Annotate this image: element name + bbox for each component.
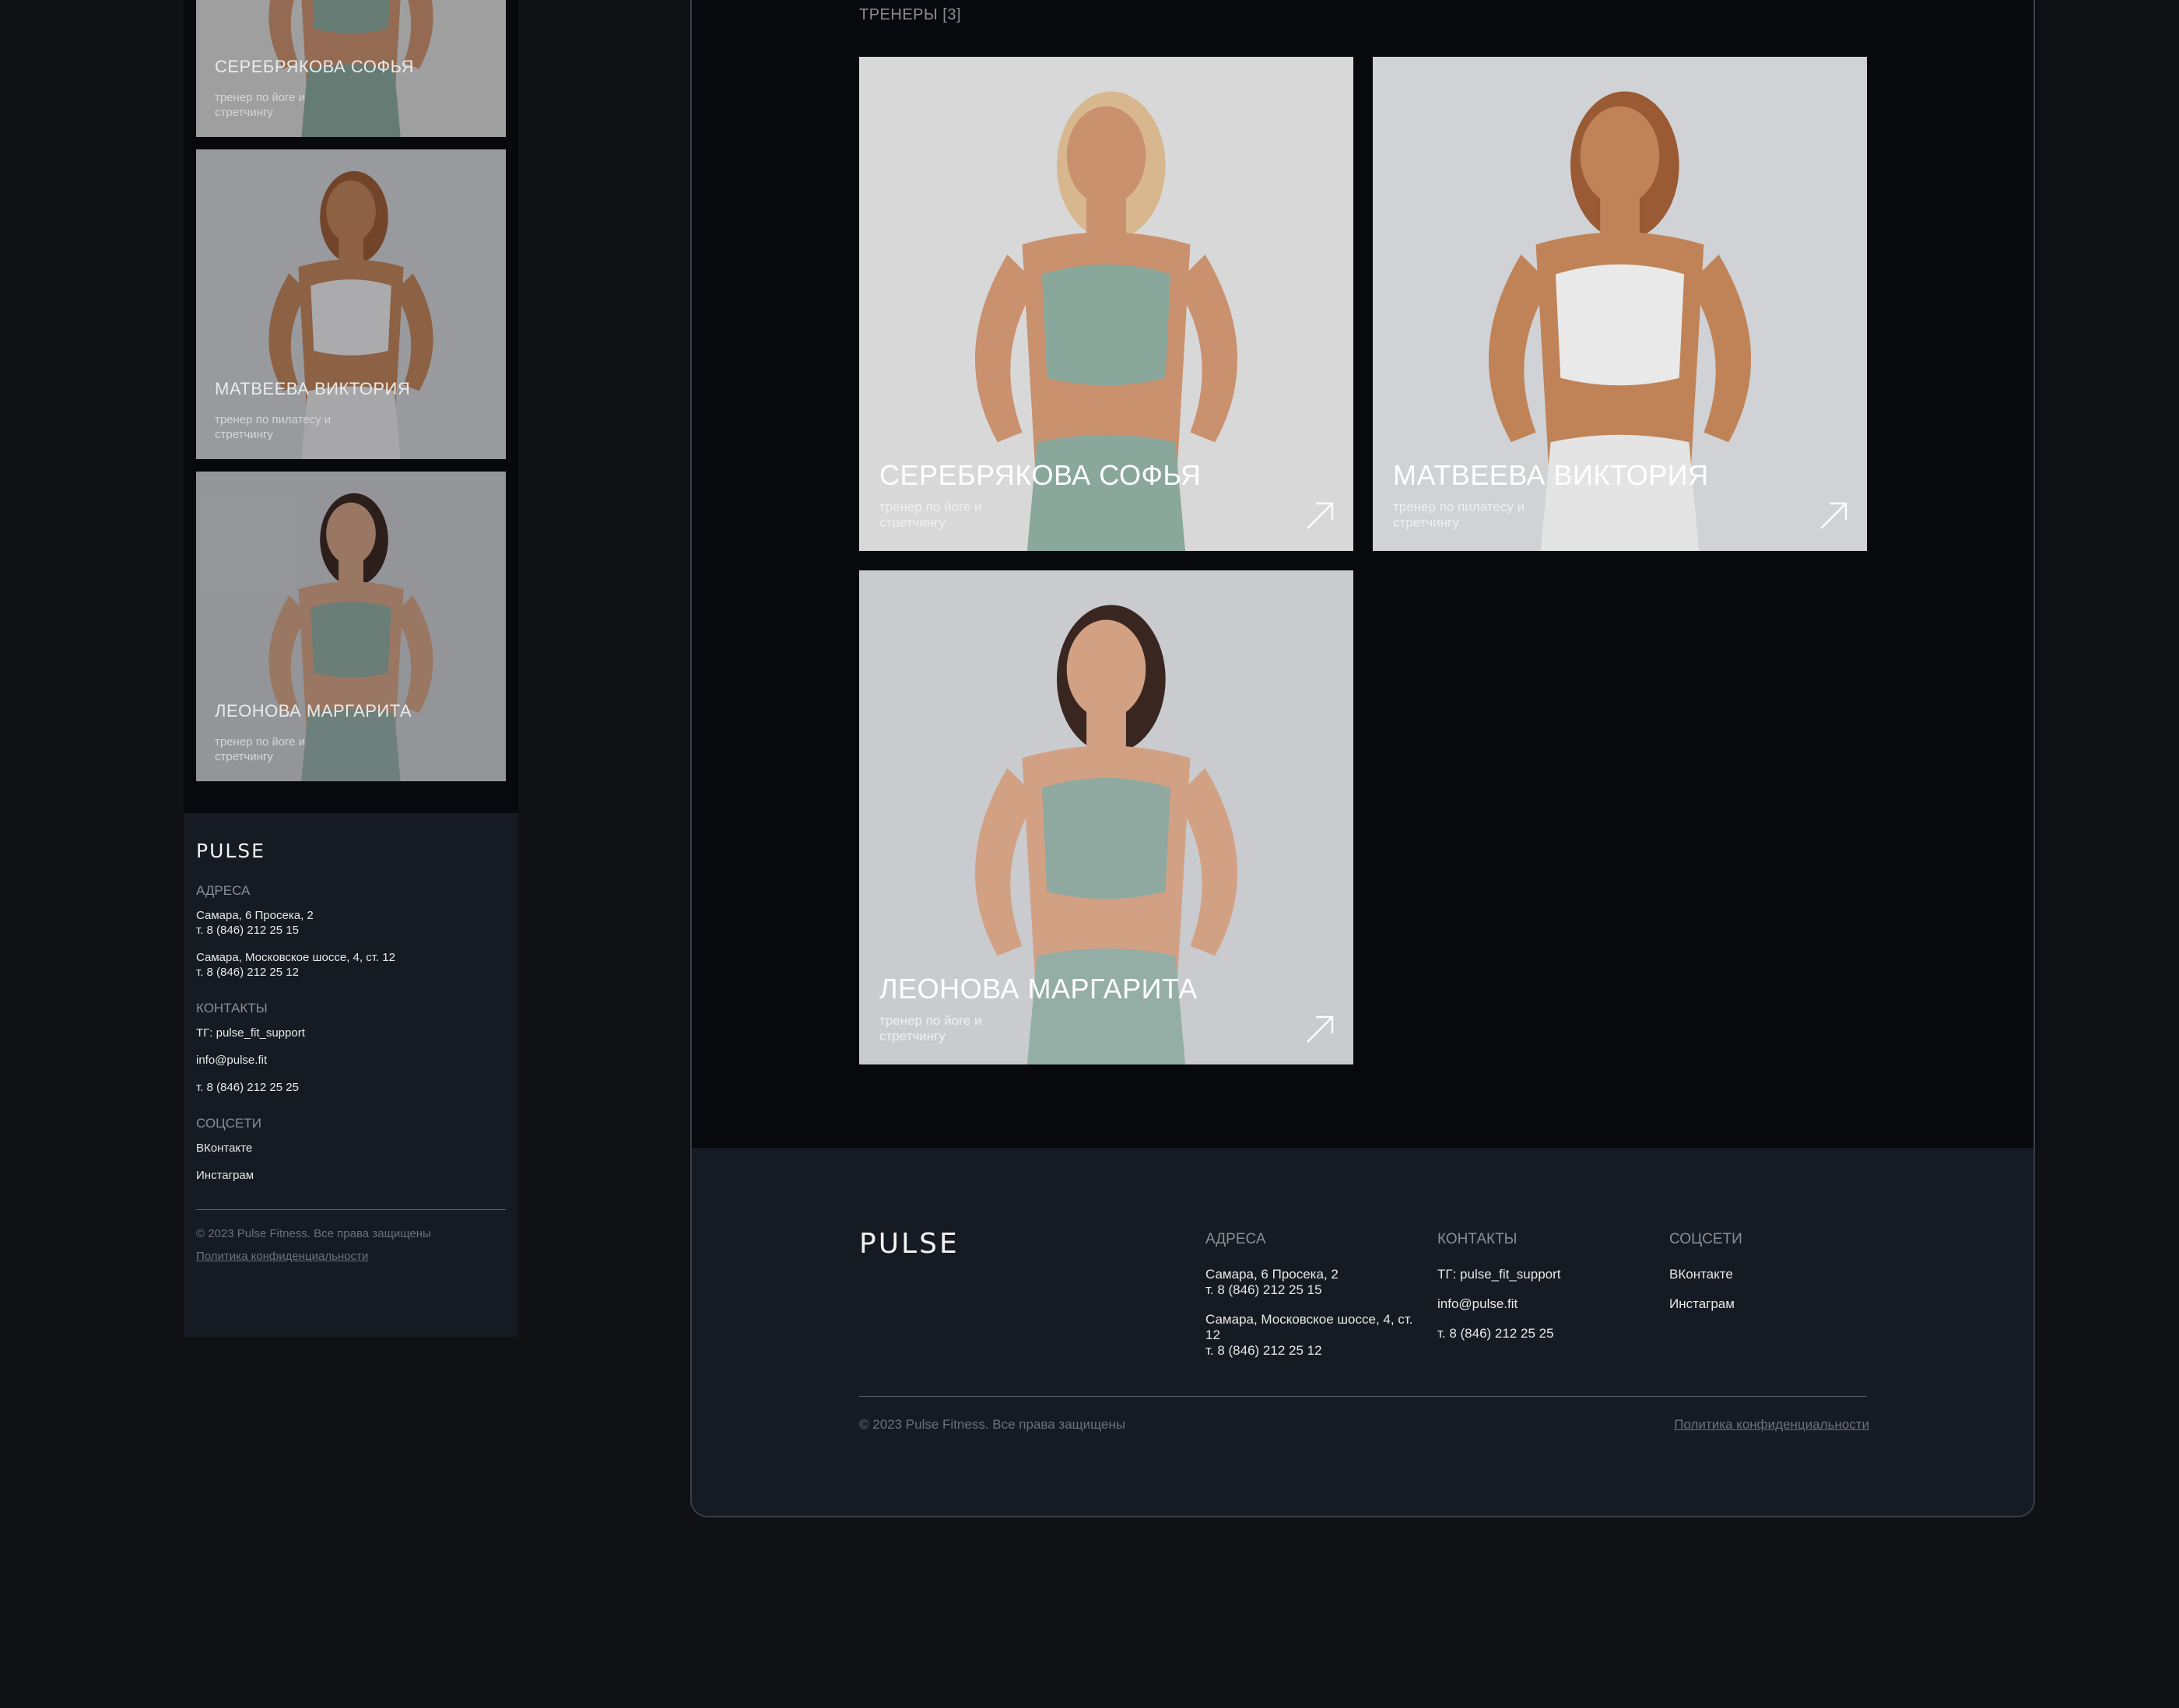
contact-email[interactable]: info@pulse.fit: [1437, 1296, 1647, 1312]
footer-addresses: АДРЕСА Самара, 6 Просека, 2 т. 8 (846) 2…: [1205, 1231, 1416, 1359]
trainer-card[interactable]: ЛЕОНОВА МАРГАРИТА тренер по йоге и стрет…: [859, 570, 1353, 1064]
trainer-role: тренер по йоге и стретчингу: [215, 735, 306, 763]
arrow-up-right-icon[interactable]: [1305, 501, 1335, 531]
footer-social: СОЦСЕТИ ВКонтакте Инстаграм: [1669, 1231, 1867, 1312]
pulse-logo[interactable]: PULSE: [196, 840, 506, 862]
contact-email[interactable]: info@pulse.fit: [196, 1053, 506, 1068]
trainer-name: СЕРЕБРЯКОВА СОФЬЯ: [215, 57, 414, 76]
footer: PULSE АДРЕСА Самара, 6 Просека, 2 т. 8 (…: [692, 1148, 2033, 1516]
contact-phone[interactable]: т. 8 (846) 212 25 25: [1437, 1326, 1647, 1341]
footer-divider: [196, 1209, 506, 1210]
trainer-card[interactable]: МАТВЕЕВА ВИКТОРИЯ тренер по пилатесу и с…: [1373, 57, 1867, 551]
address-phone[interactable]: т. 8 (846) 212 25 15: [196, 923, 506, 938]
addresses-title: АДРЕСА: [1205, 1231, 1266, 1247]
trainer-card-mobile[interactable]: ЛЕОНОВА МАРГАРИТА тренер по йоге и стрет…: [196, 472, 506, 781]
trainer-role: тренер по пилатесу и стретчингу: [1393, 500, 1525, 530]
copyright: © 2023 Pulse Fitness. Все права защищены: [859, 1417, 1126, 1432]
trainer-card-mobile[interactable]: СЕРЕБРЯКОВА СОФЬЯ тренер по йоге и стрет…: [196, 0, 506, 137]
trainer-name: СЕРЕБРЯКОВА СОФЬЯ: [879, 459, 1202, 491]
contacts-title: КОНТАКТЫ: [1437, 1231, 1518, 1247]
trainer-role: тренер по йоге и стретчингу: [879, 1013, 982, 1043]
trainer-name: МАТВЕЕВА ВИКТОРИЯ: [1393, 459, 1709, 491]
trainer-name: ЛЕОНОВА МАРГАРИТА: [879, 973, 1198, 1005]
social-link-vk[interactable]: ВКонтакте: [1669, 1267, 1867, 1282]
social-title: СОЦСЕТИ: [1669, 1231, 1742, 1247]
trainer-role: тренер по пилатесу и стретчингу: [215, 413, 332, 441]
trainer-name: МАТВЕЕВА ВИКТОРИЯ: [215, 379, 411, 398]
trainer-name: ЛЕОНОВА МАРГАРИТА: [215, 701, 412, 721]
contact-telegram[interactable]: ТГ: pulse_fit_support: [196, 1026, 506, 1040]
contacts-title: КОНТАКТЫ: [196, 1001, 268, 1015]
footer-mobile: PULSE АДРЕСА Самара, 6 Просека, 2 т. 8 (…: [184, 813, 518, 1337]
social-title: СОЦСЕТИ: [196, 1116, 261, 1131]
trainer-role: тренер по йоге и стретчингу: [215, 91, 306, 119]
address-line: Самара, 6 Просека, 2: [1205, 1267, 1339, 1282]
trainer-role: тренер по йоге и стретчингу: [879, 500, 982, 530]
trainer-card-mobile[interactable]: МАТВЕЕВА ВИКТОРИЯ тренер по пилатесу и с…: [196, 149, 506, 459]
footer-contacts: КОНТАКТЫ ТГ: pulse_fit_support info@puls…: [1437, 1231, 1647, 1341]
footer-divider: [859, 1396, 1867, 1397]
social-link-vk[interactable]: ВКонтакте: [196, 1141, 506, 1156]
privacy-policy-link[interactable]: Политика конфиденциальности: [1674, 1417, 1869, 1433]
addresses-title: АДРЕСА: [196, 883, 251, 898]
address-phone[interactable]: т. 8 (846) 212 25 12: [1205, 1343, 1416, 1359]
social-link-instagram[interactable]: Инстаграм: [196, 1168, 506, 1183]
mobile-preview: СЕРЕБРЯКОВА СОФЬЯ тренер по йоге и стрет…: [184, 0, 518, 1337]
address-line: Самара, Московское шоссе, 4, ст. 12: [1205, 1312, 1413, 1342]
address-phone[interactable]: т. 8 (846) 212 25 15: [1205, 1282, 1416, 1298]
contact-telegram[interactable]: ТГ: pulse_fit_support: [1437, 1267, 1647, 1282]
desktop-preview: ТРЕНЕРЫ [3] СЕРЕБРЯКОВА СОФЬЯ тренер по …: [690, 0, 2035, 1517]
trainers-heading: ТРЕНЕРЫ [3]: [859, 6, 962, 23]
trainer-card[interactable]: СЕРЕБРЯКОВА СОФЬЯ тренер по йоге и стрет…: [859, 57, 1353, 551]
arrow-up-right-icon[interactable]: [1819, 501, 1848, 531]
social-link-instagram[interactable]: Инстаграм: [1669, 1296, 1867, 1312]
address-phone[interactable]: т. 8 (846) 212 25 12: [196, 965, 506, 980]
pulse-logo[interactable]: PULSE: [859, 1228, 960, 1260]
copyright: © 2023 Pulse Fitness. Все права защищены: [196, 1227, 431, 1240]
contact-phone[interactable]: т. 8 (846) 212 25 25: [196, 1080, 506, 1095]
privacy-policy-link[interactable]: Политика конфиденциальности: [196, 1250, 506, 1263]
address-line: Самара, 6 Просека, 2: [196, 909, 314, 922]
arrow-up-right-icon[interactable]: [1305, 1015, 1335, 1044]
address-line: Самара, Московское шоссе, 4, ст. 12: [196, 951, 395, 964]
